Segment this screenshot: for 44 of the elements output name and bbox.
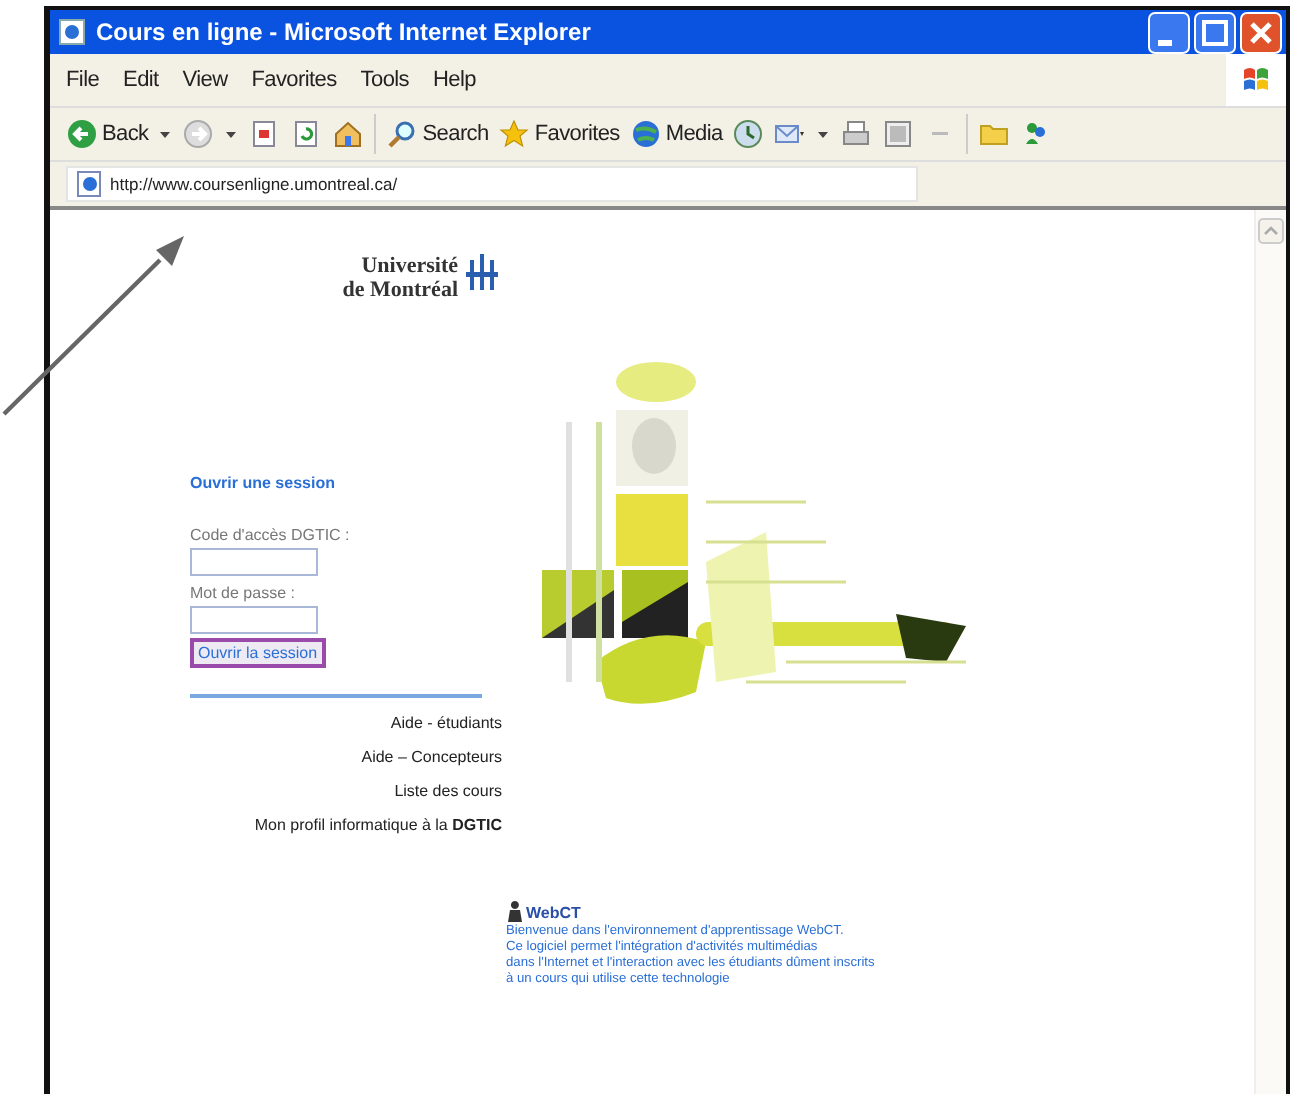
stop-icon[interactable] (248, 118, 281, 150)
input-field[interactable] (190, 548, 318, 576)
login-button[interactable]: Ouvrir la session (190, 638, 326, 668)
back-button[interactable]: Back (66, 118, 149, 150)
globe-icon (629, 118, 662, 150)
menu-item[interactable]: Help (432, 68, 476, 92)
windows-logo-icon (1240, 64, 1272, 96)
favorites-button[interactable]: Favorites (498, 118, 620, 150)
link[interactable]: Liste des cours (394, 782, 502, 800)
person-icon (506, 900, 524, 922)
browser-icon (58, 18, 86, 46)
address-field[interactable]: http://www.coursenligne.umontreal.ca/ (66, 166, 918, 202)
login-heading: Ouvrir une session (190, 474, 335, 492)
scroll-up-icon[interactable] (1258, 218, 1284, 244)
logo-text: Université (361, 254, 458, 278)
minimize-icon[interactable] (1148, 11, 1190, 53)
printer-icon[interactable] (840, 118, 873, 150)
logo-text: de Montréal (342, 278, 458, 302)
media-button[interactable]: Media (629, 118, 723, 150)
link[interactable]: Mon profil informatique à la DGTIC (254, 816, 502, 834)
page-icon (76, 170, 104, 198)
menu-item[interactable]: Edit (123, 68, 159, 92)
field-label: Code d'accès DGTIC : (190, 526, 350, 544)
link[interactable]: Aide – Concepteurs (361, 748, 502, 766)
menu-item[interactable]: Tools (360, 68, 409, 92)
university-emblem-icon (462, 254, 502, 290)
scroll-bar[interactable] (1254, 210, 1286, 1094)
menu-item[interactable]: View (182, 68, 228, 92)
search-button[interactable]: Search (386, 118, 489, 150)
clock-icon[interactable] (732, 118, 765, 150)
webct-title[interactable]: WebCT (526, 904, 581, 922)
search-icon (386, 118, 419, 150)
menu-item[interactable]: Favorites (251, 68, 337, 92)
star-icon (498, 118, 531, 150)
refresh-icon[interactable] (290, 118, 323, 150)
link[interactable]: Aide - étudiants (390, 714, 502, 732)
input-field[interactable] (190, 606, 318, 634)
maximize-icon[interactable] (1194, 11, 1236, 53)
menu-item[interactable]: File (66, 68, 100, 92)
field-label: Mot de passe : (190, 584, 295, 602)
close-icon[interactable] (1240, 11, 1282, 53)
window-title: Cours en ligne - Microsoft Internet Explorer (96, 18, 593, 46)
document-icon[interactable] (882, 118, 915, 150)
home-icon[interactable] (332, 118, 365, 150)
